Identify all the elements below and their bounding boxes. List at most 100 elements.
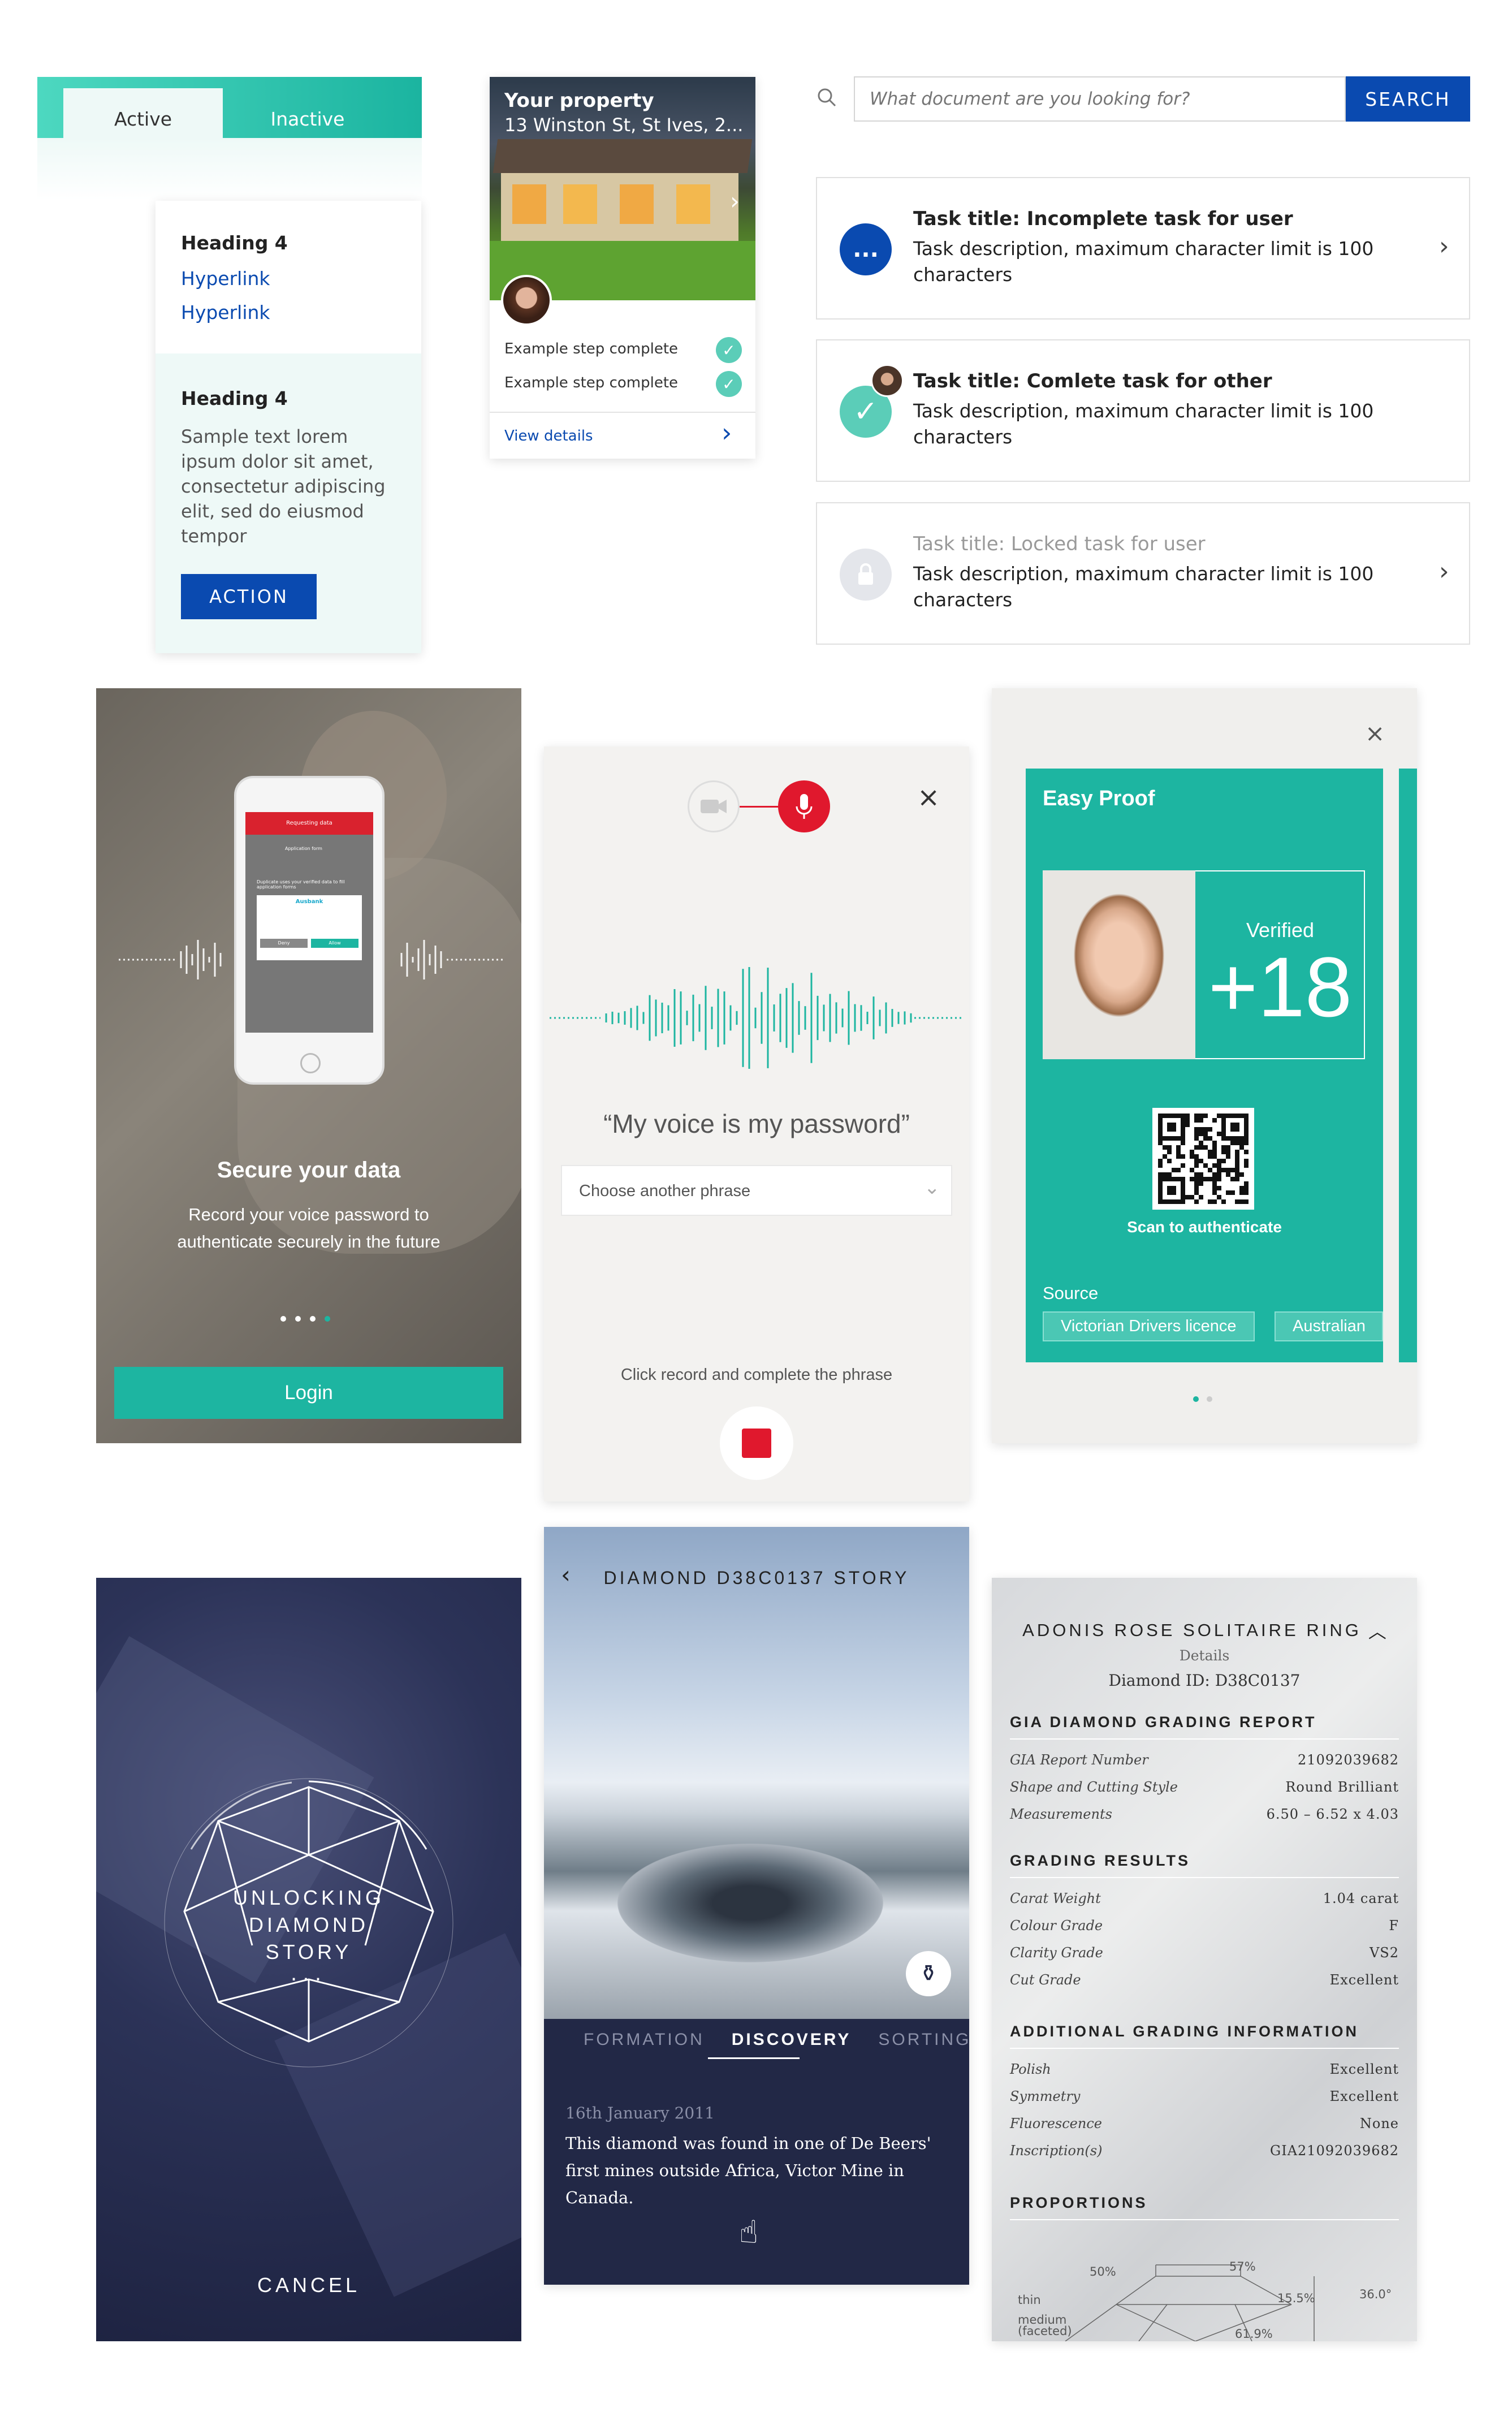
avatar [501, 275, 552, 326]
page-dots [1193, 1396, 1212, 1402]
ring-title[interactable]: ADONIS ROSE SOLITAIRE RING ︿ [992, 1617, 1417, 1643]
avatar [871, 364, 904, 397]
property-address: 13 Winston St, St Ives, 2... [504, 114, 744, 136]
section-divider [1010, 1738, 1399, 1740]
task-desc: Task description, maximum character limi… [913, 563, 1374, 611]
story-tab[interactable]: DISCOVERY [732, 2030, 852, 2049]
report-field-value: 21092039682 [1298, 1752, 1399, 1768]
report-field-label: Colour Grade [1010, 1918, 1103, 1934]
report-field-value: F [1389, 1918, 1399, 1934]
section-heading: PROPORTIONS [1010, 2194, 1148, 2211]
card-body: Sample text lorem ipsum dolor sit amet, … [181, 426, 386, 547]
story-screen: ‹ DIAMOND D38C0137 STORY ⚱ FORMATION DISC… [544, 1527, 969, 2285]
card-heading: Heading 4 [181, 232, 288, 254]
microphone-icon[interactable] [778, 780, 830, 832]
task-card[interactable]: Task title: Locked task for user Task de… [816, 502, 1470, 645]
record-button[interactable] [720, 1406, 793, 1480]
ring-title-text: ADONIS ROSE SOLITAIRE RING [1022, 1620, 1362, 1640]
section-divider [1010, 2048, 1399, 2049]
chevron-up-icon: ︿ [1368, 1621, 1386, 1642]
hyperlink[interactable]: Hyperlink [181, 301, 270, 323]
task-desc: Task description, maximum character limi… [913, 400, 1374, 448]
section-divider [1010, 1877, 1399, 1878]
record-hint: Click record and complete the phrase [620, 1366, 893, 1384]
tab-bar: Active Inactive [37, 77, 422, 149]
task-card[interactable]: ... Task title: Incomplete task for user… [816, 177, 1470, 320]
proportion-label: 15.5% [1277, 2291, 1315, 2305]
view-details-link[interactable]: View details [504, 428, 593, 444]
unlock-line: STORY [265, 1940, 352, 1963]
story-title: DIAMOND D38C0137 STORY [603, 1568, 910, 1588]
report-field-value: GIA21092039682 [1270, 2143, 1399, 2159]
tab-shadow [37, 138, 422, 200]
video-camera-icon[interactable] [688, 780, 740, 832]
story-date: 16th January 2011 [565, 2104, 715, 2122]
search-icon [817, 88, 836, 107]
qr-code[interactable] [1152, 1108, 1254, 1210]
task-card[interactable]: ✓ Task title: Comlete task for other Tas… [816, 339, 1470, 482]
report-field-value: None [1359, 2116, 1399, 2131]
chevron-right-icon[interactable]: › [1439, 232, 1449, 261]
details-label: Details [1179, 1647, 1230, 1664]
login-button[interactable]: Login [114, 1367, 503, 1419]
chevron-right-icon[interactable]: › [722, 417, 732, 448]
lock-icon [840, 549, 892, 601]
info-card: Heading 4 Hyperlink Hyperlink Heading 4 … [155, 201, 421, 653]
proportion-label: 36.0° [1359, 2288, 1392, 2301]
scan-label: Scan to authenticate [1127, 1218, 1282, 1236]
card-lower: Heading 4 Sample text lorem ipsum dolor … [155, 353, 421, 653]
unlock-line: DIAMOND [249, 1913, 369, 1936]
voice-screen: × “My voice is my password” Choose anoth… [544, 746, 969, 1501]
story-tab[interactable]: FORMATION [584, 2030, 705, 2049]
phone-bank: Ausbank [295, 899, 323, 905]
property-card: Your property 13 Winston St, St Ives, 2.… [490, 77, 755, 459]
phrase-text: “My voice is my password” [603, 1109, 910, 1138]
report-field-label: Polish [1010, 2061, 1051, 2077]
phone-text: Duplicate uses your verified data to fil… [257, 879, 345, 890]
geo-pin-icon[interactable]: ⚱ [906, 1951, 951, 1996]
report-field-label: Measurements [1010, 1806, 1112, 1822]
close-icon[interactable]: × [1365, 719, 1385, 747]
search-button[interactable]: SEARCH [1346, 76, 1470, 122]
divider [490, 412, 755, 413]
section-heading: ADDITIONAL GRADING INFORMATION [1010, 2023, 1359, 2040]
proportion-label: 61.9% [1235, 2327, 1273, 2341]
cancel-button[interactable]: CANCEL [96, 2273, 521, 2297]
report-field-label: Clarity Grade [1010, 1945, 1103, 1961]
proportion-label: (faceted) [1018, 2324, 1072, 2338]
phrase-select[interactable]: Choose another phrase ⌄ [561, 1165, 952, 1216]
stop-icon [742, 1429, 771, 1458]
chevron-right-icon[interactable]: › [730, 187, 740, 215]
report-field-label: Inscription(s) [1010, 2143, 1103, 2159]
unlock-screen: UNLOCKING DIAMOND STORY ... CANCEL [96, 1578, 521, 2341]
source-tag[interactable]: Australian [1275, 1311, 1383, 1341]
report-field-value: VS2 [1369, 1945, 1399, 1961]
report-field-value: Excellent [1329, 2061, 1399, 2077]
proof-screen: × Easy Proof Verified +18 Scan to authen… [992, 688, 1417, 1443]
voice-waveform [550, 966, 962, 1069]
report-field-label: Shape and Cutting Style [1010, 1779, 1178, 1795]
story-tab[interactable]: SORTING [878, 2030, 969, 2049]
search-input[interactable] [854, 76, 1346, 122]
source-tag[interactable]: Victorian Drivers licence [1043, 1311, 1255, 1341]
check-icon: ✓ [716, 337, 742, 363]
chevron-right-icon[interactable]: › [1439, 557, 1449, 586]
hyperlink[interactable]: Hyperlink [181, 267, 270, 290]
property-title: Your property [504, 89, 654, 112]
section-heading: GRADING RESULTS [1010, 1852, 1191, 1869]
voice-waveform [119, 940, 503, 979]
report-field-label: Symmetry [1010, 2088, 1081, 2104]
id-photo [1043, 870, 1195, 1059]
proportion-label: 50% [1090, 2265, 1116, 2278]
story-tabs: FORMATIONDISCOVERYSORTINGCUT [584, 2030, 969, 2049]
step-label: Example step complete [504, 374, 679, 391]
report-field-value: 1.04 carat [1323, 1891, 1399, 1906]
close-icon[interactable]: × [917, 782, 940, 813]
action-button[interactable]: ACTION [181, 574, 317, 619]
phone-subtitle: Application form [285, 846, 322, 851]
task-desc: Task description, maximum character limi… [913, 238, 1374, 286]
loading-dots: ... [290, 1962, 327, 1986]
unlock-line: UNLOCKING [232, 1886, 385, 1909]
task-title: Task title: Comlete task for other [913, 370, 1272, 392]
diamond-id: Diamond ID: D38C0137 [1108, 1671, 1301, 1690]
